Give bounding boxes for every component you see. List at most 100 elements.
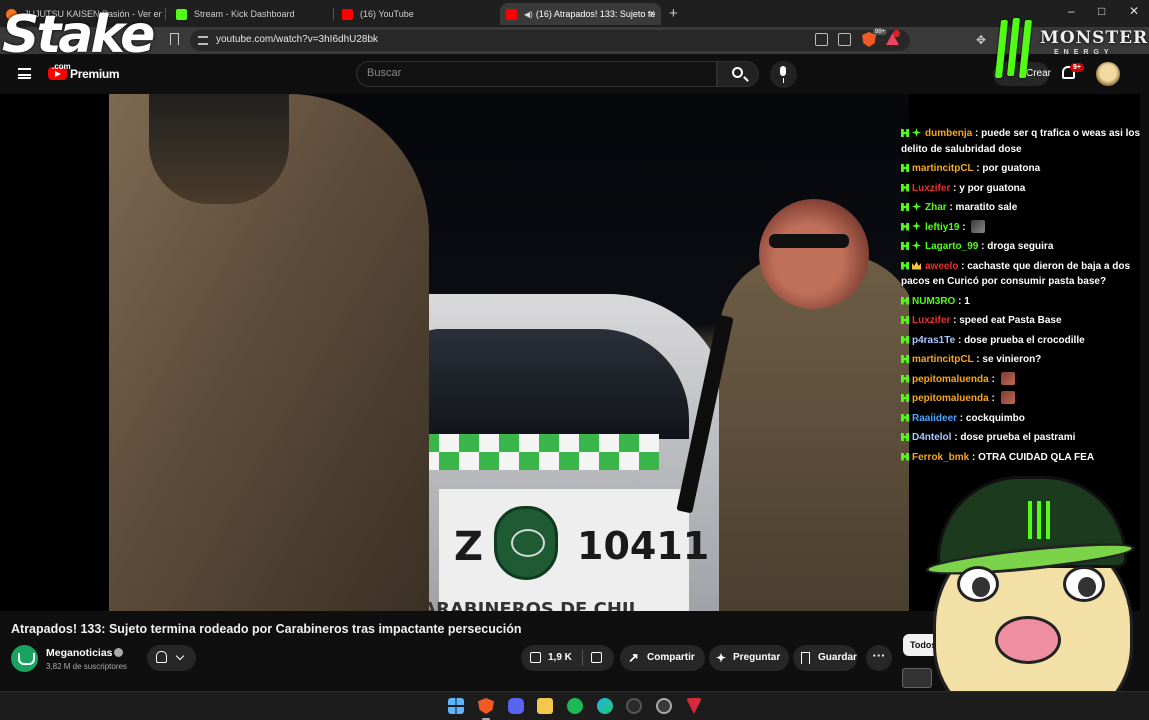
tab-title: (16) Atrapados! 133: Sujeto te <box>535 9 656 19</box>
chrome-icon[interactable] <box>656 698 672 714</box>
menu-icon[interactable] <box>18 68 31 79</box>
save-label: Guardar <box>818 652 857 663</box>
chat-emote-icon <box>971 219 986 233</box>
discord-icon[interactable] <box>508 698 524 714</box>
star-badge-icon <box>912 221 921 231</box>
kick-badge-icon <box>901 355 909 363</box>
chat-text: : <box>988 373 998 385</box>
chat-text: : speed eat Pasta Base <box>950 315 1062 326</box>
subscription-bell-button[interactable] <box>147 645 196 671</box>
address-bar[interactable]: youtube.com/watch?v=3hI6dhU28bk <box>190 30 910 51</box>
chat-username[interactable]: pepitomaluenda <box>912 374 989 385</box>
save-button[interactable]: Guardar <box>793 645 857 671</box>
kick-badge-icon <box>901 335 909 344</box>
url-text[interactable]: youtube.com/watch?v=3hI6dhU28bk <box>216 34 378 45</box>
chat-username[interactable]: leftiy19 <box>925 222 959 233</box>
chat-username[interactable]: aweelo <box>925 261 958 272</box>
tab-separator <box>333 8 334 20</box>
monster-brand-text: MONSTER <box>1040 28 1149 48</box>
premium-label[interactable]: Premium <box>70 67 120 81</box>
chat-username[interactable]: martincitpCL <box>912 354 974 365</box>
windows-start-icon[interactable] <box>448 698 464 714</box>
taskbar <box>0 691 1149 720</box>
chat-username[interactable]: D4ntelol <box>912 432 951 443</box>
bell-icon <box>156 651 167 663</box>
youtube-icon <box>342 8 353 20</box>
kick-icon <box>176 8 187 20</box>
tab-kick-dashboard[interactable]: Stream - Kick Dashboard <box>170 3 330 25</box>
chat-text: : maratito sale <box>946 202 1018 213</box>
bookmark-icon[interactable] <box>170 33 179 45</box>
like-icon[interactable] <box>530 652 541 663</box>
channel-name[interactable]: Meganoticias <box>46 647 113 659</box>
shield-count-badge: 99+ <box>873 29 888 35</box>
monster-energy-logo: MONSTER ENERGY <box>992 16 1147 86</box>
search-box[interactable] <box>356 61 717 87</box>
chat-username[interactable]: p4ras1Te <box>912 335 955 346</box>
tab-youtube-home[interactable]: (16) YouTube <box>336 3 496 25</box>
site-info-icon[interactable] <box>198 36 208 45</box>
browser-tab-strip: JUJUTSU KAISEN Pasión - Ver en Cru Strea… <box>0 0 1149 27</box>
chat-username[interactable]: Luxzifer <box>912 183 950 194</box>
share-page-icon[interactable] <box>838 33 851 46</box>
like-count[interactable]: 1,9 K <box>548 645 572 671</box>
chat-username[interactable]: dumbenja <box>925 128 972 139</box>
stream-chat-overlay: dumbenja : puede ser q trafica o weas as… <box>901 126 1141 469</box>
file-explorer-icon[interactable] <box>537 698 553 714</box>
chat-message: martincitpCL : por guatona <box>901 161 1141 177</box>
search-button[interactable] <box>717 61 759 87</box>
extensions-icon[interactable]: ✥ <box>976 33 986 47</box>
voice-search-button[interactable] <box>770 61 797 88</box>
kick-badge-icon <box>901 296 909 305</box>
video-frame: Z 10411 CARABINEROS DE CHIL <box>109 94 909 611</box>
dislike-icon[interactable] <box>591 652 602 663</box>
share-button[interactable]: ↗ Compartir <box>620 645 705 671</box>
more-actions-button[interactable]: ··· <box>866 645 892 671</box>
speaker-icon: ◀) <box>524 9 533 19</box>
cat-eye-right <box>1063 566 1105 602</box>
cast-icon[interactable] <box>815 33 828 46</box>
chat-username[interactable]: NUM3RO <box>912 296 955 307</box>
chat-text: : cockquimbo <box>957 412 1025 424</box>
chat-username[interactable]: Ferrok_bmk <box>912 452 969 463</box>
kick-badge-icon <box>901 374 909 383</box>
new-tab-button[interactable]: + <box>669 5 678 22</box>
tab-title: (16) YouTube <box>360 9 414 19</box>
channel-avatar[interactable] <box>11 645 38 672</box>
stake-logo: Stake <box>2 5 155 65</box>
brave-icon[interactable] <box>478 698 494 714</box>
chat-username[interactable]: Raaiideer <box>912 413 957 424</box>
divider <box>582 650 583 666</box>
car-checker-stripe <box>419 434 659 470</box>
chat-username[interactable]: Luxzifer <box>912 315 950 326</box>
tab-separator <box>165 8 166 20</box>
like-dislike-group: 1,9 K <box>521 645 614 671</box>
tab-active-video[interactable]: ◀) (16) Atrapados! 133: Sujeto te × <box>500 3 661 25</box>
car-window <box>409 329 689 439</box>
spotify-icon[interactable] <box>567 698 583 714</box>
youtube-header: Premium Crear 9+ <box>0 54 1149 94</box>
search-input[interactable] <box>367 67 697 79</box>
chat-username[interactable]: Lagarto_99 <box>925 241 978 252</box>
close-tab-icon[interactable]: × <box>649 8 655 20</box>
vpn-icon[interactable] <box>686 698 702 714</box>
chat-message: martincitpCL : se vinieron? <box>901 352 1141 368</box>
tab-title: Stream - Kick Dashboard <box>194 9 295 19</box>
chat-text: : se vinieron? <box>973 354 1042 365</box>
energy-text: ENERGY <box>1054 49 1114 56</box>
edge-icon[interactable] <box>597 698 613 714</box>
crown-badge-icon <box>912 261 921 270</box>
ask-button[interactable]: ✦ Preguntar <box>709 645 789 671</box>
chat-username[interactable]: martincitpCL <box>912 163 974 174</box>
chat-text: : <box>988 393 998 404</box>
obs-icon[interactable] <box>626 698 642 714</box>
chat-username[interactable]: Zhar <box>925 202 947 213</box>
chat-message: Ferrok_bmk : OTRA CUIDAD QLA FEA <box>901 450 1141 466</box>
chat-emote-icon <box>1000 371 1015 385</box>
chat-username[interactable]: pepitomaluenda <box>912 393 989 404</box>
sunglasses <box>769 234 849 248</box>
kick-badge-icon <box>901 222 909 231</box>
star-badge-icon <box>912 202 921 211</box>
cat-eye-left <box>957 566 999 602</box>
kick-badge-icon <box>901 316 909 324</box>
